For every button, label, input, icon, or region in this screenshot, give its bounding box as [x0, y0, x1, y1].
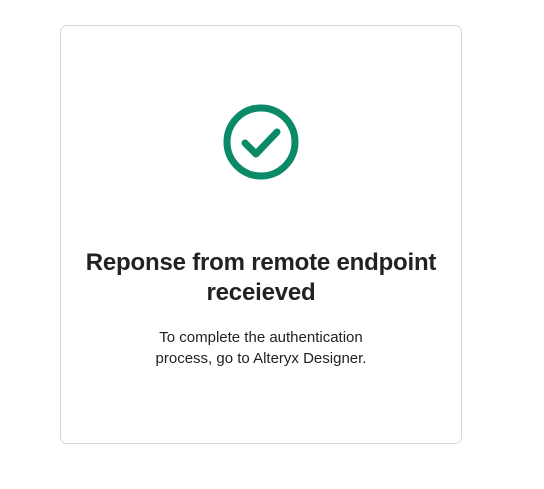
check-circle-icon: [223, 104, 299, 180]
status-title: Reponse from remote endpoint receieved: [85, 249, 437, 306]
status-message: To complete the authentication process, …: [155, 329, 367, 367]
auth-status-card: Reponse from remote endpoint receieved T…: [60, 25, 462, 444]
